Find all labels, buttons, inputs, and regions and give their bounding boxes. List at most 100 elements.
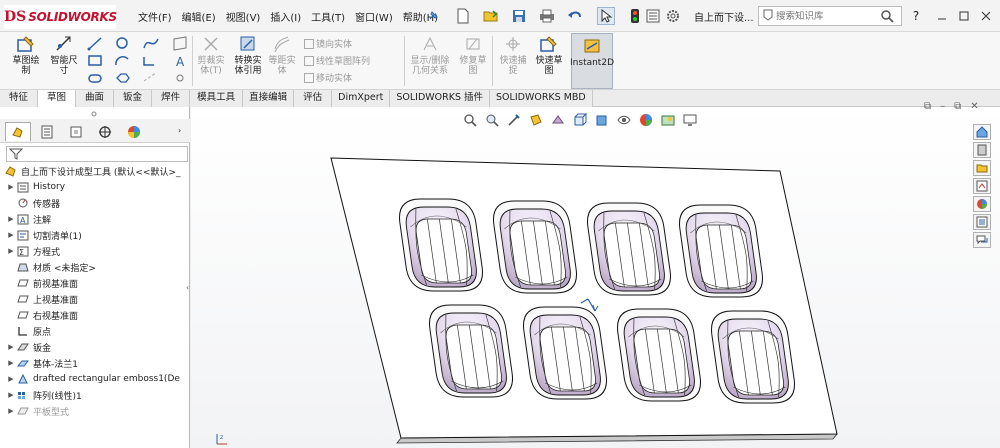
tab-solidworks-addins[interactable]: SOLIDWORKS 插件 — [390, 90, 491, 107]
linear-sketch-pattern-button[interactable]: 线性草图阵列 — [304, 54, 370, 67]
move-entities-button[interactable]: 移动实体 — [304, 71, 352, 84]
plane-sketch-icon[interactable] — [173, 36, 187, 51]
menu-view[interactable]: 视图(V) — [226, 9, 261, 24]
tab-surfaces[interactable]: 曲面 — [76, 90, 115, 107]
dimxpert-manager-tab[interactable] — [92, 122, 118, 141]
mirror-entities-button[interactable]: 镜向实体 — [304, 37, 352, 50]
viewport-tile-icon[interactable]: ⧉ — [954, 101, 961, 112]
feature-tree-filter[interactable] — [6, 146, 188, 162]
spline-icon[interactable] — [143, 38, 159, 49]
tree-item[interactable]: ▶ 阵列(线性)1 — [0, 387, 190, 403]
solidworks-logo[interactable]: DS SOLIDWORKS — [4, 5, 117, 29]
forum-icon[interactable] — [973, 232, 991, 248]
tree-root[interactable]: 自上而下设计成型工具 (默认<<默认>_ — [0, 163, 190, 179]
save-icon[interactable] — [510, 7, 528, 25]
tab-evaluate[interactable]: 评估 — [294, 90, 333, 107]
instant2d-button[interactable]: Instant2D — [570, 33, 614, 89]
display-style-icon[interactable] — [594, 112, 610, 128]
restore-icon[interactable] — [956, 8, 972, 24]
tab-direct-editing[interactable]: 直接编辑 — [243, 90, 295, 107]
tab-dimxpert[interactable]: DimXpert — [332, 90, 391, 107]
model-view[interactable] — [191, 107, 1000, 448]
view-orientation-icon[interactable] — [572, 112, 588, 128]
custom-properties-icon[interactable] — [973, 214, 991, 230]
emboss-pocket[interactable] — [615, 308, 704, 402]
expand-arrow-icon[interactable]: ▶ — [6, 359, 16, 367]
edit-appearance-icon[interactable] — [638, 112, 654, 128]
file-explorer-icon[interactable] — [973, 160, 991, 176]
tab-sheet-metal[interactable]: 钣金 — [114, 90, 153, 107]
view-settings-icon[interactable] — [682, 112, 698, 128]
view-palette-icon[interactable] — [973, 178, 991, 194]
design-library-icon[interactable] — [973, 142, 991, 158]
slot-icon[interactable] — [88, 74, 102, 83]
expand-arrow-icon[interactable]: ▶ — [6, 407, 16, 415]
emboss-pocket[interactable] — [709, 310, 798, 404]
smart-dimension-button[interactable]: 智能尺 寸 — [47, 34, 81, 76]
repair-sketch-button[interactable]: 修复草 图 — [458, 34, 488, 76]
tree-item[interactable]: ▶ 平板型式 — [0, 403, 190, 419]
rebuild-icon[interactable] — [626, 7, 644, 25]
rapid-sketch-button[interactable]: 快速草 图 — [532, 34, 566, 76]
menu-tools[interactable]: 工具(T) — [311, 9, 345, 24]
menu-window[interactable]: 窗口(W) — [355, 9, 393, 24]
tabs-more-icon[interactable]: › — [178, 126, 181, 135]
zoom-to-area-icon[interactable] — [484, 112, 500, 128]
feature-manager-tree-tab[interactable] — [5, 122, 31, 141]
circle-icon[interactable] — [116, 37, 128, 49]
menu-file[interactable]: 文件(F) — [138, 9, 172, 24]
options-icon[interactable] — [664, 7, 682, 25]
tree-item[interactable]: 上视基准面 — [0, 291, 190, 307]
tree-item[interactable]: 材质 <未指定> — [0, 259, 190, 275]
property-manager-tab[interactable] — [34, 122, 60, 141]
expand-arrow-icon[interactable]: ▶ — [6, 183, 16, 191]
tab-features[interactable]: 特征 — [0, 90, 39, 107]
menu-edit[interactable]: 编辑(E) — [182, 9, 216, 24]
minimize-icon[interactable] — [934, 8, 950, 24]
tree-item[interactable]: 原点 — [0, 323, 190, 339]
zoom-to-fit-icon[interactable] — [462, 112, 478, 128]
tab-solidworks-mbd[interactable]: SOLIDWORKS MBD — [490, 90, 593, 107]
polygon-icon[interactable] — [116, 73, 130, 83]
trim-entities-button[interactable]: 剪裁实 体(T) — [196, 34, 226, 76]
text-icon[interactable]: A — [176, 55, 185, 69]
search-icon[interactable] — [878, 7, 896, 25]
previous-view-icon[interactable] — [506, 112, 522, 128]
tree-item[interactable]: ▶ 切割清单(1) — [0, 227, 190, 243]
select-icon[interactable] — [597, 7, 615, 25]
apply-scene-icon[interactable] — [660, 112, 676, 128]
expand-arrow-icon[interactable]: ▶ — [6, 247, 16, 255]
expand-arrow-icon[interactable]: ▶ — [6, 391, 16, 399]
expand-arrow-icon[interactable]: ▶ — [6, 343, 16, 351]
solidworks-resources-icon[interactable] — [973, 124, 991, 140]
tree-item[interactable]: ▶ Σ 方程式 — [0, 243, 190, 259]
hide-show-items-icon[interactable] — [616, 112, 632, 128]
emboss-pocket[interactable] — [585, 202, 674, 296]
emboss-pocket[interactable] — [491, 200, 580, 294]
tree-item[interactable]: 传感器 — [0, 195, 190, 211]
display-manager-tab[interactable] — [121, 122, 147, 141]
undo-icon[interactable] — [566, 7, 584, 25]
viewport-restore-icon[interactable]: ⧉ — [924, 101, 931, 112]
search-input[interactable] — [776, 10, 886, 22]
display-delete-relations-button[interactable]: 显示/删除 几何关系 — [406, 34, 454, 76]
open-icon[interactable] — [482, 7, 500, 25]
tab-weldments[interactable]: 焊件 — [152, 90, 191, 107]
rectangle-icon[interactable] — [88, 55, 102, 66]
new-icon[interactable] — [454, 7, 472, 25]
expand-arrow-icon[interactable]: ▶ — [6, 375, 16, 383]
tree-item[interactable]: ▶ History — [0, 179, 190, 195]
graphics-area[interactable]: ⧉ – ⧉ ✕ z — [191, 101, 1000, 448]
emboss-pocket[interactable] — [427, 304, 516, 398]
tree-item[interactable]: 前视基准面 — [0, 275, 190, 291]
line-icon[interactable] — [87, 37, 102, 51]
emboss-pocket[interactable] — [677, 204, 766, 298]
fillet-icon[interactable] — [143, 57, 154, 66]
tab-sketch[interactable]: 草图 — [38, 90, 77, 107]
pin-icon[interactable] — [424, 7, 442, 25]
close-icon[interactable] — [978, 8, 994, 24]
viewport-minimize-icon[interactable]: – — [940, 101, 945, 112]
appearances-scenes-icon[interactable] — [973, 196, 991, 212]
quick-snaps-button[interactable]: 快速捕 捉 — [496, 34, 530, 76]
dynamic-annotation-icon[interactable] — [550, 112, 566, 128]
